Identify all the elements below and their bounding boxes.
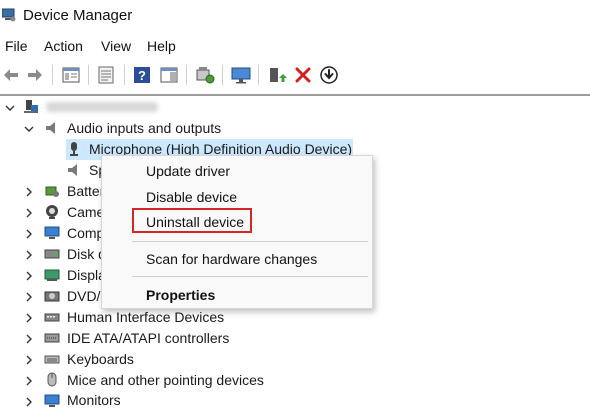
update-driver-button[interactable] — [266, 63, 288, 87]
toolbar-separator — [124, 65, 125, 85]
ide-controller-icon — [44, 333, 60, 343]
chevron-right-icon[interactable] — [24, 313, 34, 323]
camera-icon — [46, 205, 58, 219]
disk-drive-icon — [44, 249, 60, 259]
tree-item-mice[interactable]: Mice and other pointing devices — [67, 372, 264, 388]
uninstall-x-icon — [295, 67, 311, 83]
speaker-icon — [68, 164, 77, 176]
window-title: Device Manager — [23, 7, 133, 24]
action-pane-icon — [160, 67, 178, 83]
forward-button[interactable] — [24, 63, 46, 87]
menu-file[interactable]: File — [5, 38, 28, 54]
help-button[interactable]: ? — [131, 63, 153, 87]
action-pane-button[interactable] — [158, 63, 180, 87]
tree-item-keyboards[interactable]: Keyboards — [67, 351, 134, 367]
speaker-icon — [46, 122, 55, 134]
computer-icon — [44, 226, 60, 239]
menu-help[interactable]: Help — [147, 38, 176, 54]
chevron-right-icon[interactable] — [24, 355, 34, 365]
menu-view[interactable]: View — [101, 38, 131, 54]
mouse-icon — [47, 372, 57, 387]
tree-item-battery[interactable]: Batter — [67, 183, 104, 199]
toolbar-separator — [52, 65, 53, 85]
chevron-right-icon[interactable] — [24, 187, 34, 197]
device-manager-icon — [2, 8, 16, 22]
menu-disable-device[interactable]: Disable device — [146, 189, 237, 205]
uninstall-button[interactable] — [292, 63, 314, 87]
chevron-right-icon[interactable] — [24, 334, 34, 344]
title-bar: Device Manager — [0, 0, 590, 34]
chevron-right-icon[interactable] — [24, 397, 34, 407]
chevron-down-icon[interactable] — [5, 103, 15, 113]
toolbar-separator — [222, 65, 223, 85]
scan-hardware-button[interactable] — [194, 63, 216, 87]
hid-icon — [44, 313, 60, 322]
tree-item-monitors[interactable]: Monitors — [67, 392, 121, 408]
uninstall-highlight-box — [132, 208, 252, 233]
svg-text:?: ? — [138, 68, 146, 83]
menu-scan-hardware[interactable]: Scan for hardware changes — [146, 251, 317, 267]
chevron-right-icon[interactable] — [24, 250, 34, 260]
toolbar-separator — [88, 65, 89, 85]
forward-arrow-icon — [28, 69, 42, 81]
menu-update-driver[interactable]: Update driver — [146, 163, 230, 179]
tree-item-camera[interactable]: Came — [67, 204, 104, 220]
properties-button[interactable] — [60, 63, 82, 87]
chevron-down-icon[interactable] — [24, 124, 34, 134]
menu-properties[interactable]: Properties — [146, 287, 215, 303]
monitor-button[interactable] — [230, 63, 252, 87]
scan-hardware-icon — [196, 67, 215, 84]
tree-item-computer[interactable]: Comp — [67, 225, 104, 241]
toolbar-separator — [258, 65, 259, 85]
battery-icon — [45, 186, 59, 197]
microphone-icon — [70, 142, 78, 156]
keyboard-icon — [44, 355, 60, 364]
toolbar: ? — [0, 60, 590, 90]
chevron-right-icon[interactable] — [24, 376, 34, 386]
download-driver-icon — [320, 66, 338, 84]
computer-icon — [24, 100, 38, 113]
chevron-right-icon[interactable] — [24, 229, 34, 239]
help-icon: ? — [134, 67, 150, 83]
menu-bar: File Action View Help — [0, 36, 590, 58]
back-arrow-icon — [4, 69, 18, 81]
chevron-right-icon[interactable] — [24, 271, 34, 281]
toolbar-separator — [186, 65, 187, 85]
chevron-right-icon[interactable] — [24, 292, 34, 302]
computer-name-blurred — [46, 102, 158, 112]
display-adapter-icon — [44, 269, 60, 281]
menu-separator — [132, 241, 368, 242]
back-button[interactable] — [0, 63, 22, 87]
tree-item-ide[interactable]: IDE ATA/ATAPI controllers — [67, 330, 229, 346]
tree-item-hid[interactable]: Human Interface Devices — [67, 309, 224, 325]
menu-separator — [132, 276, 368, 277]
properties-icon — [62, 67, 80, 83]
tree-item-audio[interactable]: Audio inputs and outputs — [67, 120, 221, 136]
dvd-drive-icon — [44, 291, 60, 302]
chevron-right-icon[interactable] — [24, 208, 34, 218]
menu-action[interactable]: Action — [44, 38, 83, 54]
update-driver-icon — [270, 68, 287, 82]
download-driver-button[interactable] — [318, 63, 340, 87]
show-hide-button[interactable] — [95, 63, 117, 87]
monitor-icon — [231, 67, 251, 84]
show-hide-icon — [98, 66, 114, 84]
